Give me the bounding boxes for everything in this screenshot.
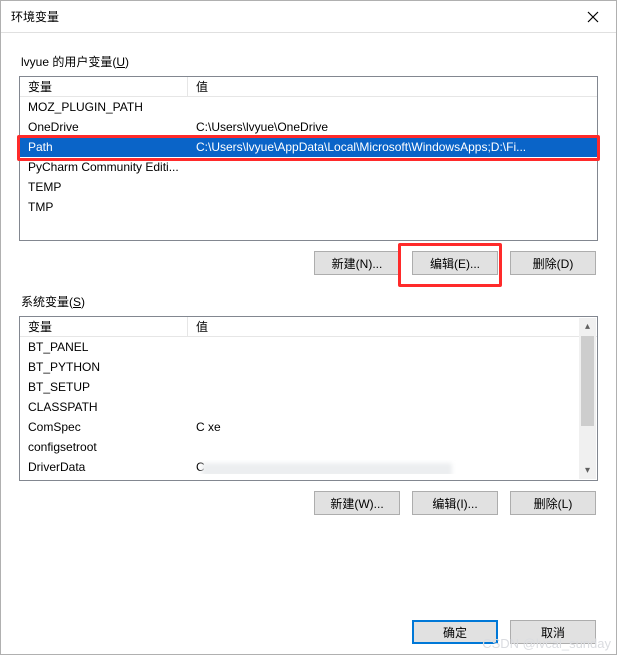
table-row[interactable]: PathC:\Users\lvyue\AppData\Local\Microso… xyxy=(20,137,597,157)
table-row[interactable]: BT_SETUP xyxy=(20,377,597,397)
table-row[interactable]: CLASSPATH xyxy=(20,397,597,417)
var-name: BT_SETUP xyxy=(20,380,188,394)
table-row[interactable]: DriverDataC xyxy=(20,457,597,477)
table-row[interactable]: BT_PYTHON xyxy=(20,357,597,377)
var-name: Path xyxy=(20,140,188,154)
var-name: configsetroot xyxy=(20,440,188,454)
var-name: TMP xyxy=(20,200,188,214)
dialog-title: 环境变量 xyxy=(11,8,59,25)
var-name: TEMP xyxy=(20,180,188,194)
table-row[interactable]: PyCharm Community Editi... xyxy=(20,157,597,177)
user-header-name: 变量 xyxy=(20,77,188,96)
sys-new-button[interactable]: 新建(W)... xyxy=(314,491,400,515)
table-row[interactable]: TEMP xyxy=(20,177,597,197)
env-vars-dialog: 环境变量 lvyue 的用户变量(U) 变量 值 MOZ_PLUGIN_PATH… xyxy=(0,0,617,655)
var-name: CLASSPATH xyxy=(20,400,188,414)
sys-del-button[interactable]: 删除(L) xyxy=(510,491,596,515)
sys-vars-label: 系统变量(S) xyxy=(21,293,598,310)
scroll-thumb[interactable] xyxy=(581,336,594,426)
var-value: C xe xyxy=(188,420,597,434)
scroll-up-icon[interactable]: ▴ xyxy=(579,318,596,335)
sys-vars-list[interactable]: 变量 值 BT_PANELBT_PYTHONBT_SETUPCLASSPATHC… xyxy=(19,316,598,481)
var-name: MOZ_PLUGIN_PATH xyxy=(20,100,188,114)
close-icon[interactable] xyxy=(570,1,616,33)
var-name: OneDrive xyxy=(20,120,188,134)
var-value: C xyxy=(188,460,597,474)
sys-header-name: 变量 xyxy=(20,317,188,336)
cancel-button[interactable]: 取消 xyxy=(510,620,596,644)
user-edit-button[interactable]: 编辑(E)... xyxy=(412,251,498,275)
table-row[interactable]: OneDriveC:\Users\lvyue\OneDrive xyxy=(20,117,597,137)
table-row[interactable]: ComSpecC xe xyxy=(20,417,597,437)
scroll-down-icon[interactable]: ▾ xyxy=(579,462,596,479)
var-name: DriverData xyxy=(20,460,188,474)
user-new-button[interactable]: 新建(N)... xyxy=(314,251,400,275)
table-row[interactable]: BT_PANEL xyxy=(20,337,597,357)
user-vars-label: lvyue 的用户变量(U) xyxy=(21,53,598,70)
user-header-value: 值 xyxy=(188,77,597,96)
var-value: C:\Users\lvyue\OneDrive xyxy=(188,120,597,134)
var-name: PyCharm Community Editi... xyxy=(20,160,188,174)
sys-edit-button[interactable]: 编辑(I)... xyxy=(412,491,498,515)
sys-header-value: 值 xyxy=(188,317,597,336)
var-name: BT_PYTHON xyxy=(20,360,188,374)
table-row[interactable]: MOZ_PLUGIN_PATH xyxy=(20,97,597,117)
var-name: ComSpec xyxy=(20,420,188,434)
scrollbar[interactable]: ▴ ▾ xyxy=(579,318,596,479)
ok-button[interactable]: 确定 xyxy=(412,620,498,644)
table-row[interactable]: configsetroot xyxy=(20,437,597,457)
user-vars-list[interactable]: 变量 值 MOZ_PLUGIN_PATH OneDriveC:\Users\lvy… xyxy=(19,76,598,241)
user-list-header: 变量 值 xyxy=(20,77,597,97)
sys-list-header: 变量 值 xyxy=(20,317,597,337)
var-name: BT_PANEL xyxy=(20,340,188,354)
var-value: C:\Users\lvyue\AppData\Local\Microsoft\W… xyxy=(188,140,597,154)
user-del-button[interactable]: 删除(D) xyxy=(510,251,596,275)
table-row[interactable]: TMP xyxy=(20,197,597,217)
titlebar: 环境变量 xyxy=(1,1,616,33)
dialog-footer: 确定 取消 xyxy=(1,612,616,654)
